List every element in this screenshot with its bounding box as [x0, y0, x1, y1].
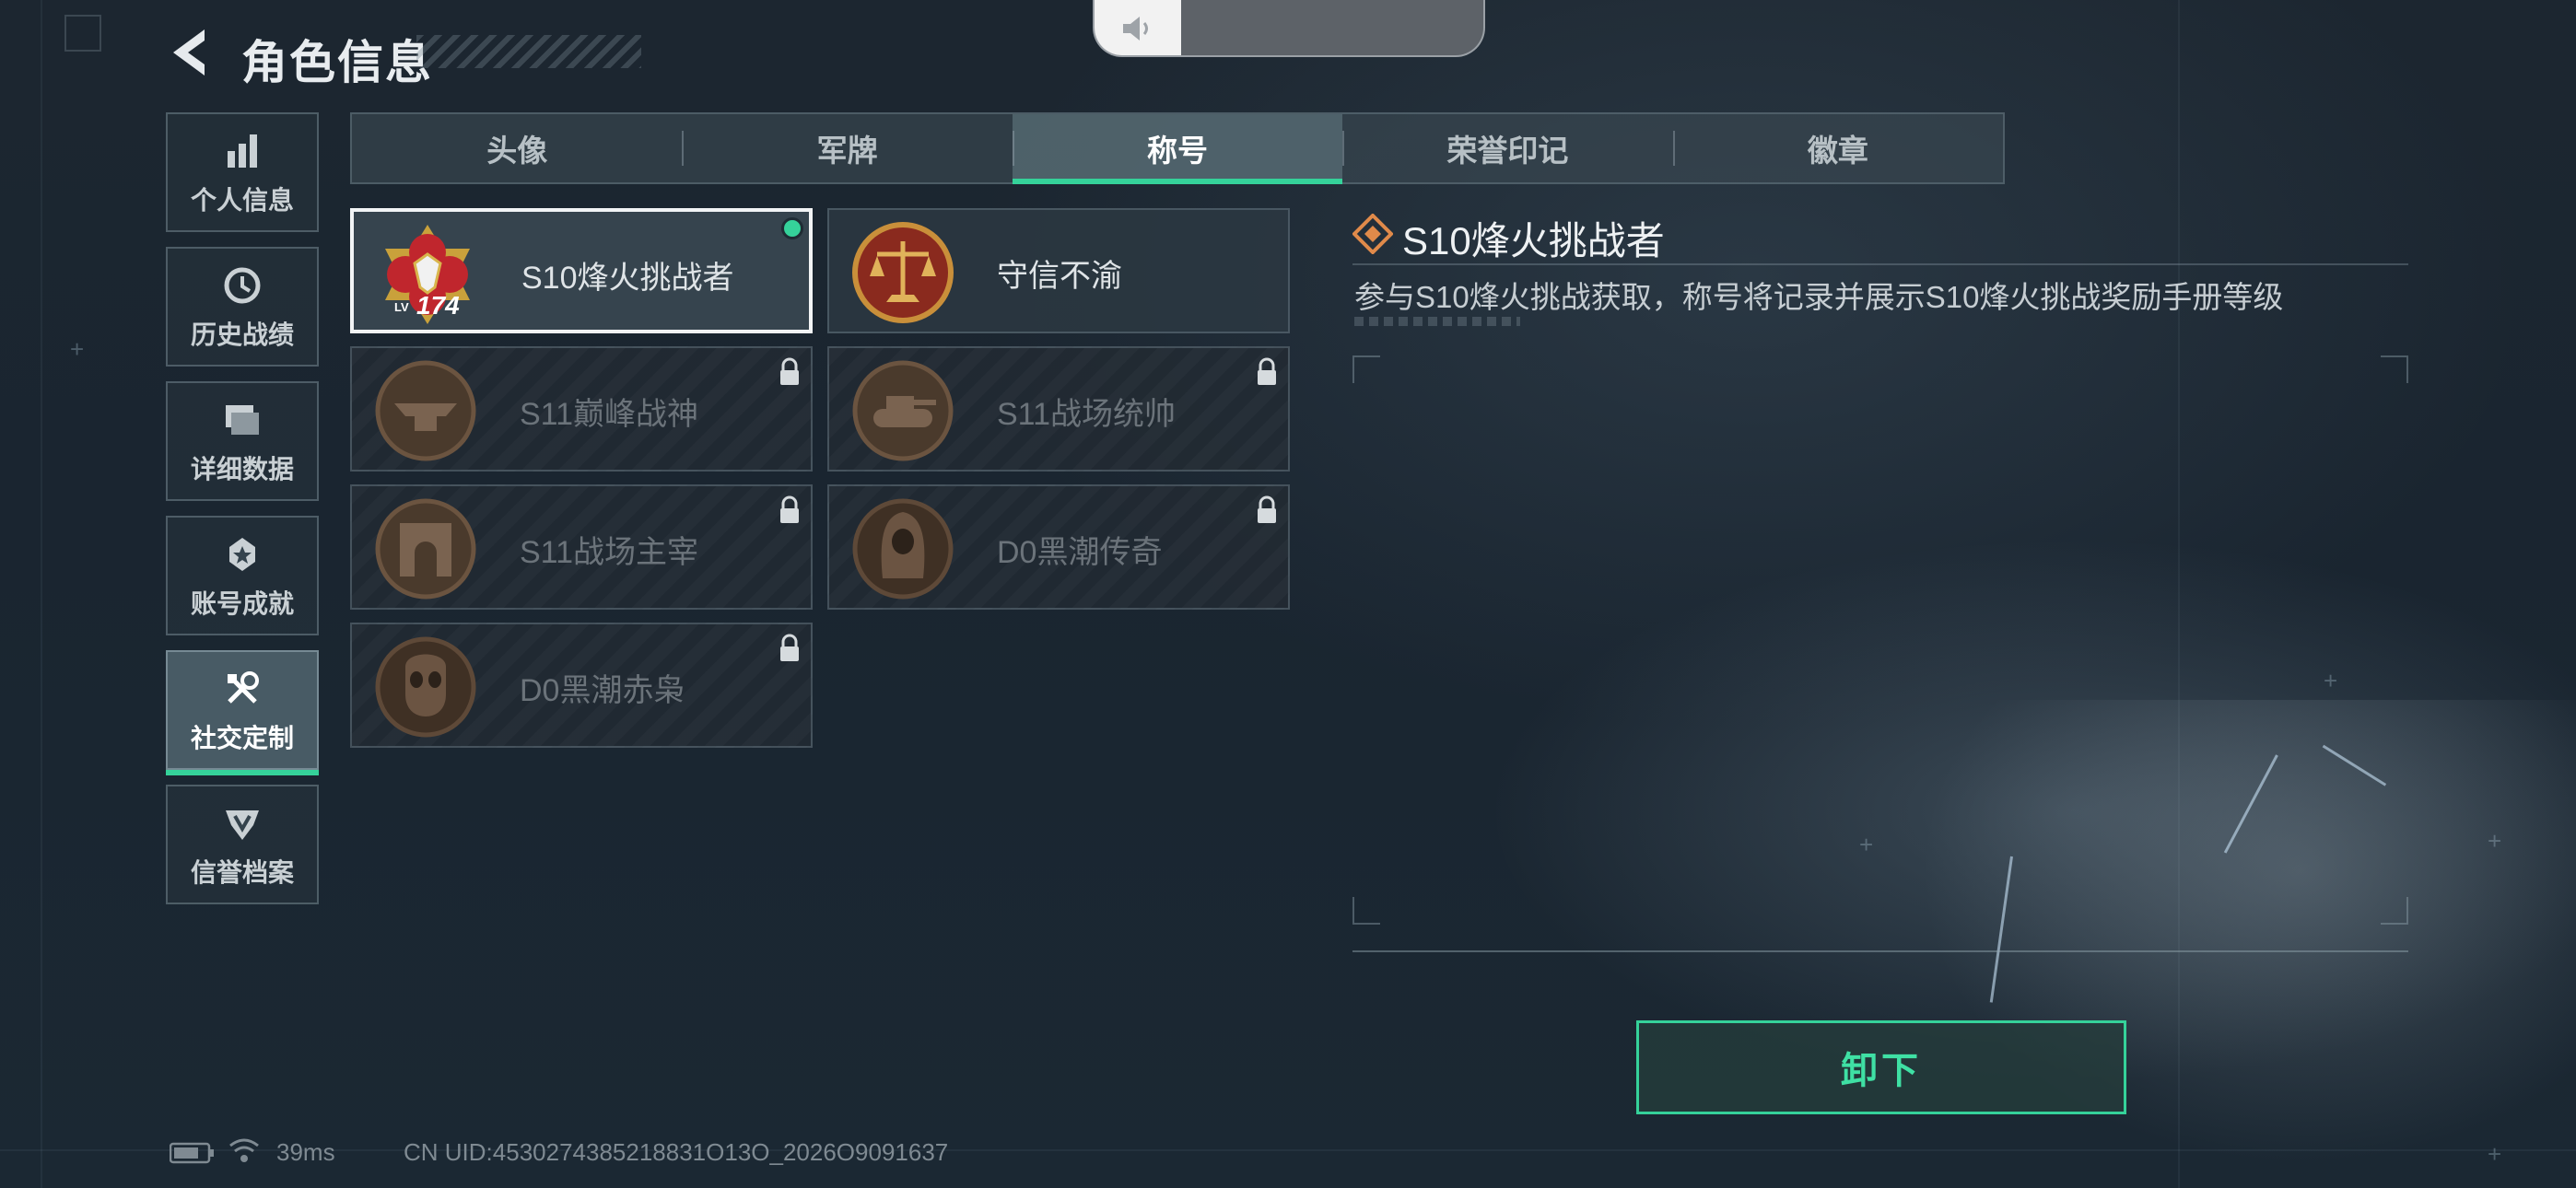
nav-label: 详细数据	[190, 455, 294, 483]
nav-item-account-achievements[interactable]: 账号成就	[166, 516, 319, 635]
tank-emblem-icon	[852, 360, 954, 461]
arch-emblem-icon	[375, 498, 476, 600]
title-label: S11战场主宰	[520, 535, 698, 570]
nav-label: 历史战绩	[190, 320, 294, 349]
hooded-figure-emblem-icon	[852, 498, 954, 600]
diamond-icon	[1352, 214, 1393, 254]
lock-icon	[1258, 495, 1276, 523]
nav-item-detailed-data[interactable]: 详细数据	[166, 381, 319, 501]
battery-icon	[170, 1142, 214, 1164]
tab-bar: 头像 军牌 称号 荣誉印记 徽章	[350, 112, 2005, 184]
nav-label: 账号成就	[190, 589, 294, 618]
divider	[1352, 263, 2408, 265]
title-card-s11-battlefield-commander[interactable]: S11战场统帅	[827, 346, 1290, 472]
page-title: 角色信息	[241, 37, 433, 88]
level-number: 174	[416, 291, 460, 320]
lock-icon	[1258, 357, 1276, 385]
anvil-emblem-icon	[375, 360, 476, 461]
tab-honor-mark[interactable]: 荣誉印记	[1342, 114, 1672, 182]
corner-bracket	[2381, 897, 2408, 925]
nav-label: 个人信息	[190, 186, 294, 215]
nav-item-match-history[interactable]: 历史战绩	[166, 247, 319, 367]
skull-mask-emblem-icon	[375, 636, 476, 738]
title-card-s11-peak-god[interactable]: S11巅峰战神	[350, 346, 813, 472]
shield-badge-icon	[226, 810, 259, 840]
nav-label: 社交定制	[190, 724, 294, 752]
title-label: 守信不渝	[997, 259, 1122, 294]
title-label: D0黑潮传奇	[997, 535, 1163, 570]
bar-chart-icon	[228, 134, 257, 168]
title-card-keep-faith[interactable]: 守信不渝	[827, 208, 1290, 333]
level-prefix: LV	[394, 300, 409, 314]
title-label: S11战场统帅	[997, 397, 1176, 432]
divider	[1352, 950, 2408, 952]
nav-item-credit-profile[interactable]: 信誉档案	[166, 785, 319, 904]
nav-label: 信誉档案	[190, 858, 294, 887]
tab-dog-tag[interactable]: 军牌	[682, 114, 1012, 182]
ping-latency: 39ms	[276, 1138, 335, 1166]
back-chevron-icon[interactable]	[164, 24, 217, 81]
title-card-s11-battlefield-master[interactable]: S11战场主宰	[350, 484, 813, 610]
lock-icon	[780, 634, 799, 661]
lock-icon	[780, 495, 799, 523]
nav-item-personal-info[interactable]: 个人信息	[166, 112, 319, 232]
title-label: D0黑潮赤枭	[520, 673, 685, 708]
corner-bracket	[2381, 355, 2408, 383]
lock-icon	[780, 357, 799, 385]
unequip-button[interactable]: 卸下	[1636, 1020, 2126, 1114]
detail-title: S10烽火挑战者	[1402, 219, 1665, 262]
corner-bracket	[64, 15, 101, 52]
title-card-s10-challenger[interactable]: LV 174 S10烽火挑战者	[350, 208, 813, 333]
folder-icon	[226, 405, 259, 435]
title-card-d0-black-tide-legend[interactable]: D0黑潮传奇	[827, 484, 1290, 610]
title-label: S10烽火挑战者	[521, 261, 734, 296]
tools-icon	[228, 671, 259, 704]
tab-avatar[interactable]: 头像	[352, 114, 682, 182]
equipped-indicator	[781, 217, 803, 239]
tab-badge[interactable]: 徽章	[1672, 114, 2003, 182]
tab-title[interactable]: 称号	[1012, 114, 1343, 184]
title-card-d0-black-tide-red-owl[interactable]: D0黑潮赤枭	[350, 623, 813, 748]
clock-icon	[224, 267, 261, 304]
detail-description: 参与S10烽火挑战获取，称号将记录并展示S10烽火挑战奖励手册等级	[1354, 280, 2284, 314]
title-decoration	[416, 35, 641, 68]
detail-decoration	[1354, 317, 1520, 326]
unequip-button-label: 卸下	[1841, 1051, 1922, 1091]
title-label: S11巅峰战神	[520, 397, 698, 432]
nav-item-social-customization[interactable]: 社交定制	[166, 650, 319, 775]
volume-indicator	[1093, 0, 1485, 57]
achievement-star-icon	[229, 538, 255, 571]
crosshair-mark: +	[70, 335, 85, 363]
grid-line	[41, 0, 42, 1188]
corner-bracket	[1352, 355, 1380, 383]
user-uid: CN UID:4530274385218831O13O_2026O9091637	[404, 1138, 949, 1166]
wifi-icon	[229, 1138, 259, 1162]
scales-of-justice-emblem-icon	[852, 222, 954, 323]
corner-bracket	[1352, 897, 1380, 925]
speaker-icon	[1095, 0, 1181, 55]
preview-area	[1352, 355, 2408, 925]
